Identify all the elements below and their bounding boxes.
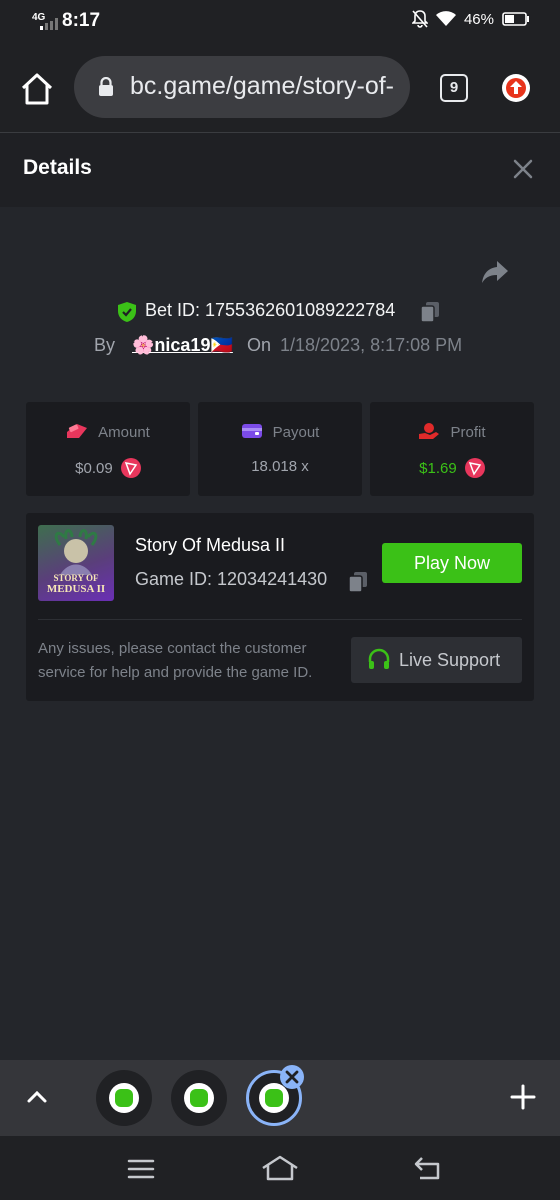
- wallet-icon: [241, 424, 262, 438]
- profit-icon: [419, 423, 440, 439]
- live-support-button[interactable]: Live Support: [351, 637, 522, 683]
- lock-icon: [99, 77, 113, 96]
- thumbnail-title-line1: STORY OF: [53, 573, 99, 583]
- trx-coin-icon: [464, 458, 485, 478]
- game-id: Game ID: 12034241430: [135, 569, 328, 589]
- headset-icon: [368, 648, 390, 669]
- tab-strip: [0, 1060, 560, 1136]
- share-icon[interactable]: [480, 259, 510, 285]
- bet-meta-row: By 🌸nica19🇵🇭 On 1/18/2023, 8:17:08 PM: [0, 333, 560, 359]
- copy-icon[interactable]: [348, 571, 368, 593]
- wifi-icon: [435, 11, 456, 26]
- stat-value: 18.018 x: [251, 458, 309, 475]
- bcgame-favicon-icon: [109, 1083, 139, 1113]
- close-tab-button[interactable]: [280, 1065, 304, 1089]
- username-link[interactable]: 🌸nica19🇵🇭: [132, 335, 233, 356]
- amount-icon: [67, 424, 88, 438]
- close-icon[interactable]: [512, 158, 534, 180]
- game-card: STORY OF MEDUSA II Story Of Medusa II Ga…: [26, 513, 534, 701]
- game-thumbnail[interactable]: STORY OF MEDUSA II: [38, 525, 114, 601]
- tab-thumb[interactable]: [171, 1070, 227, 1126]
- by-label: By: [94, 335, 116, 355]
- game-name: Story Of Medusa II: [135, 535, 286, 555]
- update-menu-button[interactable]: [502, 74, 530, 102]
- support-note: Any issues, please contact the customer …: [38, 640, 313, 681]
- thumbnail-title-line2: MEDUSA II: [46, 583, 106, 595]
- close-icon: [285, 1070, 299, 1084]
- clock-time: 8:17: [62, 10, 101, 31]
- mute-bell-icon: [411, 10, 428, 28]
- update-arrow-icon: [506, 78, 526, 98]
- bet-details-panel: Bet ID: 1755362601089222784 By 🌸nica19🇵🇭…: [0, 207, 560, 1060]
- browser-toolbar: bc.game/game/story-of- 9: [0, 44, 560, 133]
- stat-value: $0.09: [75, 460, 113, 477]
- address-bar[interactable]: bc.game/game/story-of-: [74, 56, 410, 118]
- stat-card-payout: Payout 18.018 x: [198, 402, 362, 496]
- tab-switcher-button[interactable]: 9: [440, 74, 468, 102]
- shield-check-icon: [118, 302, 136, 322]
- system-home-icon[interactable]: [260, 1154, 300, 1182]
- bet-id-row: Bet ID: 1755362601089222784: [0, 299, 560, 325]
- bet-date: 1/18/2023, 8:17:08 PM: [280, 335, 463, 355]
- stat-card-amount: Amount $0.09: [26, 402, 190, 496]
- page-title: Details: [23, 156, 92, 179]
- status-bar: 4G 8:17 46%: [0, 0, 560, 44]
- stat-value: $1.69: [419, 460, 457, 477]
- new-tab-icon[interactable]: [510, 1084, 536, 1110]
- bcgame-favicon-icon: [184, 1083, 214, 1113]
- tab-thumb[interactable]: [96, 1070, 152, 1126]
- stat-label: Profit: [450, 424, 486, 441]
- on-label: On: [247, 335, 272, 355]
- trx-coin-icon: [120, 458, 141, 478]
- play-now-button[interactable]: Play Now: [382, 543, 522, 583]
- bet-id: Bet ID: 1755362601089222784: [145, 300, 396, 320]
- live-support-label: Live Support: [399, 650, 501, 670]
- url-text: bc.game/game/story-of-: [130, 72, 394, 100]
- battery-percent: 46%: [463, 10, 494, 28]
- stat-card-profit: Profit $1.69: [370, 402, 534, 496]
- details-header: Details: [0, 133, 560, 207]
- home-icon[interactable]: [20, 72, 54, 106]
- back-icon[interactable]: [412, 1154, 444, 1182]
- copy-icon[interactable]: [420, 301, 440, 323]
- signal-icon: [40, 18, 58, 30]
- battery-icon: [502, 12, 529, 26]
- system-nav-bar: [0, 1136, 560, 1200]
- status-icons: 46%: [411, 10, 530, 28]
- divider: [38, 619, 522, 620]
- stat-label: Amount: [98, 424, 150, 441]
- recent-apps-icon[interactable]: [127, 1158, 155, 1180]
- chevron-up-icon[interactable]: [26, 1088, 48, 1106]
- stat-label: Payout: [272, 424, 320, 441]
